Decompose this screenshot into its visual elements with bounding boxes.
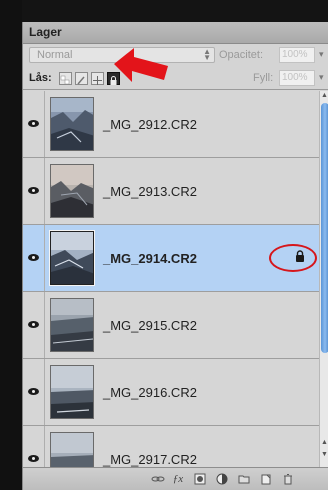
- opacity-field[interactable]: 100%: [279, 47, 315, 63]
- eye-icon: [28, 321, 39, 328]
- layer-thumbnail: [49, 230, 95, 286]
- lock-position-move-icon[interactable]: [91, 72, 104, 85]
- layer-thumbnail: [50, 298, 94, 352]
- fill-field[interactable]: 100%: [279, 70, 315, 86]
- layer-list-scrollbar[interactable]: ▲ ▲ ▼: [319, 91, 328, 467]
- fill-dropdown-icon[interactable]: ▾: [319, 72, 324, 83]
- visibility-toggle[interactable]: [23, 225, 45, 291]
- layer-row[interactable]: _MG_2917.CR2: [23, 426, 319, 467]
- layer-name[interactable]: _MG_2913.CR2: [103, 184, 197, 199]
- adjustment-icon[interactable]: [215, 472, 229, 486]
- layer-row[interactable]: _MG_2913.CR2: [23, 158, 319, 225]
- layer-thumbnail: [50, 365, 94, 419]
- lock-transparency-icon[interactable]: [59, 72, 72, 85]
- fx-icon[interactable]: ƒx: [171, 472, 185, 486]
- eye-icon: [28, 187, 39, 194]
- panel-header: Lager: [23, 22, 328, 44]
- layer-list: _MG_2912.CR2 _MG_2913.CR2 _MG_2914.CR2 _…: [23, 91, 319, 467]
- layers-bottom-toolbar: ƒx: [23, 467, 328, 490]
- layer-name[interactable]: _MG_2912.CR2: [103, 117, 197, 132]
- layer-name[interactable]: _MG_2914.CR2: [103, 251, 197, 266]
- layer-row[interactable]: _MG_2916.CR2: [23, 359, 319, 426]
- visibility-toggle[interactable]: [23, 292, 45, 358]
- layer-thumbnail: [50, 97, 94, 151]
- panel-tab-layers[interactable]: Lager: [29, 25, 62, 39]
- scroll-up-icon[interactable]: ▲: [320, 92, 328, 99]
- visibility-toggle[interactable]: [23, 158, 45, 224]
- scroll-down-icon[interactable]: ▼: [320, 451, 328, 458]
- link-icon[interactable]: [151, 472, 165, 486]
- layer-row[interactable]: _MG_2912.CR2: [23, 91, 319, 158]
- opacity-dropdown-icon[interactable]: ▾: [319, 49, 324, 60]
- layer-name[interactable]: _MG_2916.CR2: [103, 385, 197, 400]
- lock-row: Lås: Fyll: 100% ▾: [23, 66, 328, 90]
- select-arrows-icon: ▲ ▼: [203, 47, 211, 62]
- lock-pixels-brush-icon[interactable]: [75, 72, 88, 85]
- layer-name[interactable]: _MG_2915.CR2: [103, 318, 197, 333]
- eye-icon: [28, 254, 39, 261]
- window-frame-top: [0, 0, 328, 22]
- visibility-toggle[interactable]: [23, 91, 45, 157]
- visibility-toggle[interactable]: [23, 359, 45, 425]
- trash-icon[interactable]: [281, 472, 295, 486]
- layer-row-selected[interactable]: _MG_2914.CR2: [23, 225, 319, 292]
- layer-name[interactable]: _MG_2917.CR2: [103, 452, 197, 467]
- group-folder-icon[interactable]: [237, 472, 251, 486]
- eye-icon: [28, 388, 39, 395]
- eye-icon: [28, 455, 39, 462]
- eye-icon: [28, 120, 39, 127]
- layer-row[interactable]: _MG_2915.CR2: [23, 292, 319, 359]
- layer-thumbnail: [50, 164, 94, 218]
- scroll-thumb[interactable]: [321, 103, 328, 353]
- opacity-label: Opacitet:: [219, 49, 264, 61]
- fill-label: Fyll:: [253, 72, 274, 84]
- mask-icon[interactable]: [193, 472, 207, 486]
- lock-label: Lås:: [29, 72, 52, 84]
- window-frame-left: [0, 0, 22, 490]
- scroll-up-icon[interactable]: ▲: [320, 439, 328, 446]
- visibility-toggle[interactable]: [23, 426, 45, 467]
- annotation-red-arrow: [114, 48, 168, 82]
- annotation-red-circle: [269, 244, 317, 272]
- blend-mode-value: Normal: [37, 49, 73, 61]
- layers-panel: Lager Normal ▲ ▼ Opacitet: 100% ▾ Lås: Fy…: [22, 22, 328, 490]
- blend-row: Normal ▲ ▼ Opacitet: 100% ▾: [23, 44, 328, 66]
- layer-thumbnail: [50, 432, 94, 467]
- new-layer-icon[interactable]: [259, 472, 273, 486]
